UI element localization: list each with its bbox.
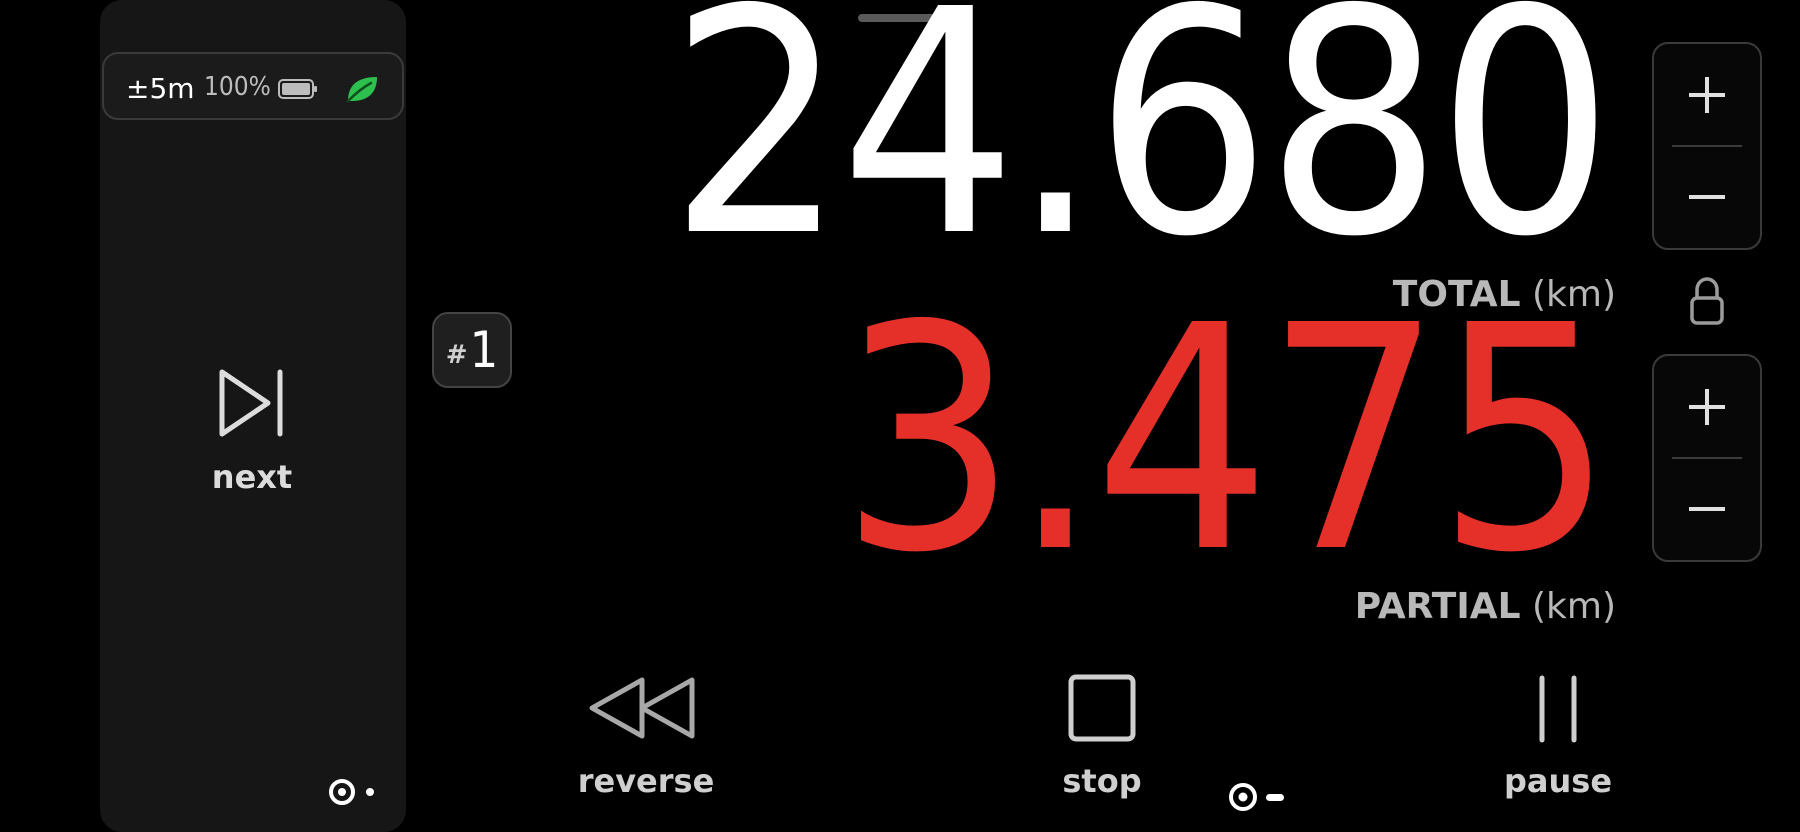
rewind-icon	[589, 677, 695, 739]
page-indicator-bottom	[1229, 783, 1284, 811]
total-decrement-button[interactable]	[1654, 146, 1760, 248]
partial-label: PARTIAL (km)	[1355, 586, 1616, 627]
partial-decrement-button[interactable]	[1654, 458, 1760, 560]
minus-icon	[1689, 195, 1725, 199]
total-distance-value: 24.680	[668, 0, 1614, 305]
partial-stepper	[1652, 354, 1762, 562]
page-indicator-left	[329, 779, 374, 805]
lock-icon[interactable]	[1688, 276, 1726, 326]
minus-icon	[1689, 507, 1725, 511]
stop-label[interactable]: stop	[992, 762, 1212, 800]
reverse-label[interactable]: reverse	[536, 762, 756, 800]
partial-unit: (km)	[1531, 586, 1616, 627]
stop-icon	[1068, 674, 1136, 742]
skip-next-icon	[219, 369, 283, 437]
plus-icon	[1689, 389, 1725, 425]
counter-number: 1	[469, 321, 499, 379]
pause-label[interactable]: pause	[1448, 762, 1668, 800]
trip-counter-badge[interactable]: # 1	[432, 312, 512, 388]
next-label[interactable]: next	[160, 458, 344, 496]
battery-full-icon	[278, 79, 317, 99]
gps-accuracy: ±5m	[126, 72, 195, 105]
battery-percentage: 100%	[204, 72, 271, 102]
total-increment-button[interactable]	[1654, 44, 1760, 146]
partial-increment-button[interactable]	[1654, 356, 1760, 458]
counter-hash: #	[445, 340, 468, 370]
partial-label-text: PARTIAL	[1354, 586, 1521, 627]
partial-distance-value: 3.475	[839, 260, 1614, 621]
leaf-icon[interactable]	[344, 73, 380, 105]
total-stepper	[1652, 42, 1762, 250]
pause-icon	[1539, 675, 1577, 743]
plus-icon	[1689, 77, 1725, 113]
